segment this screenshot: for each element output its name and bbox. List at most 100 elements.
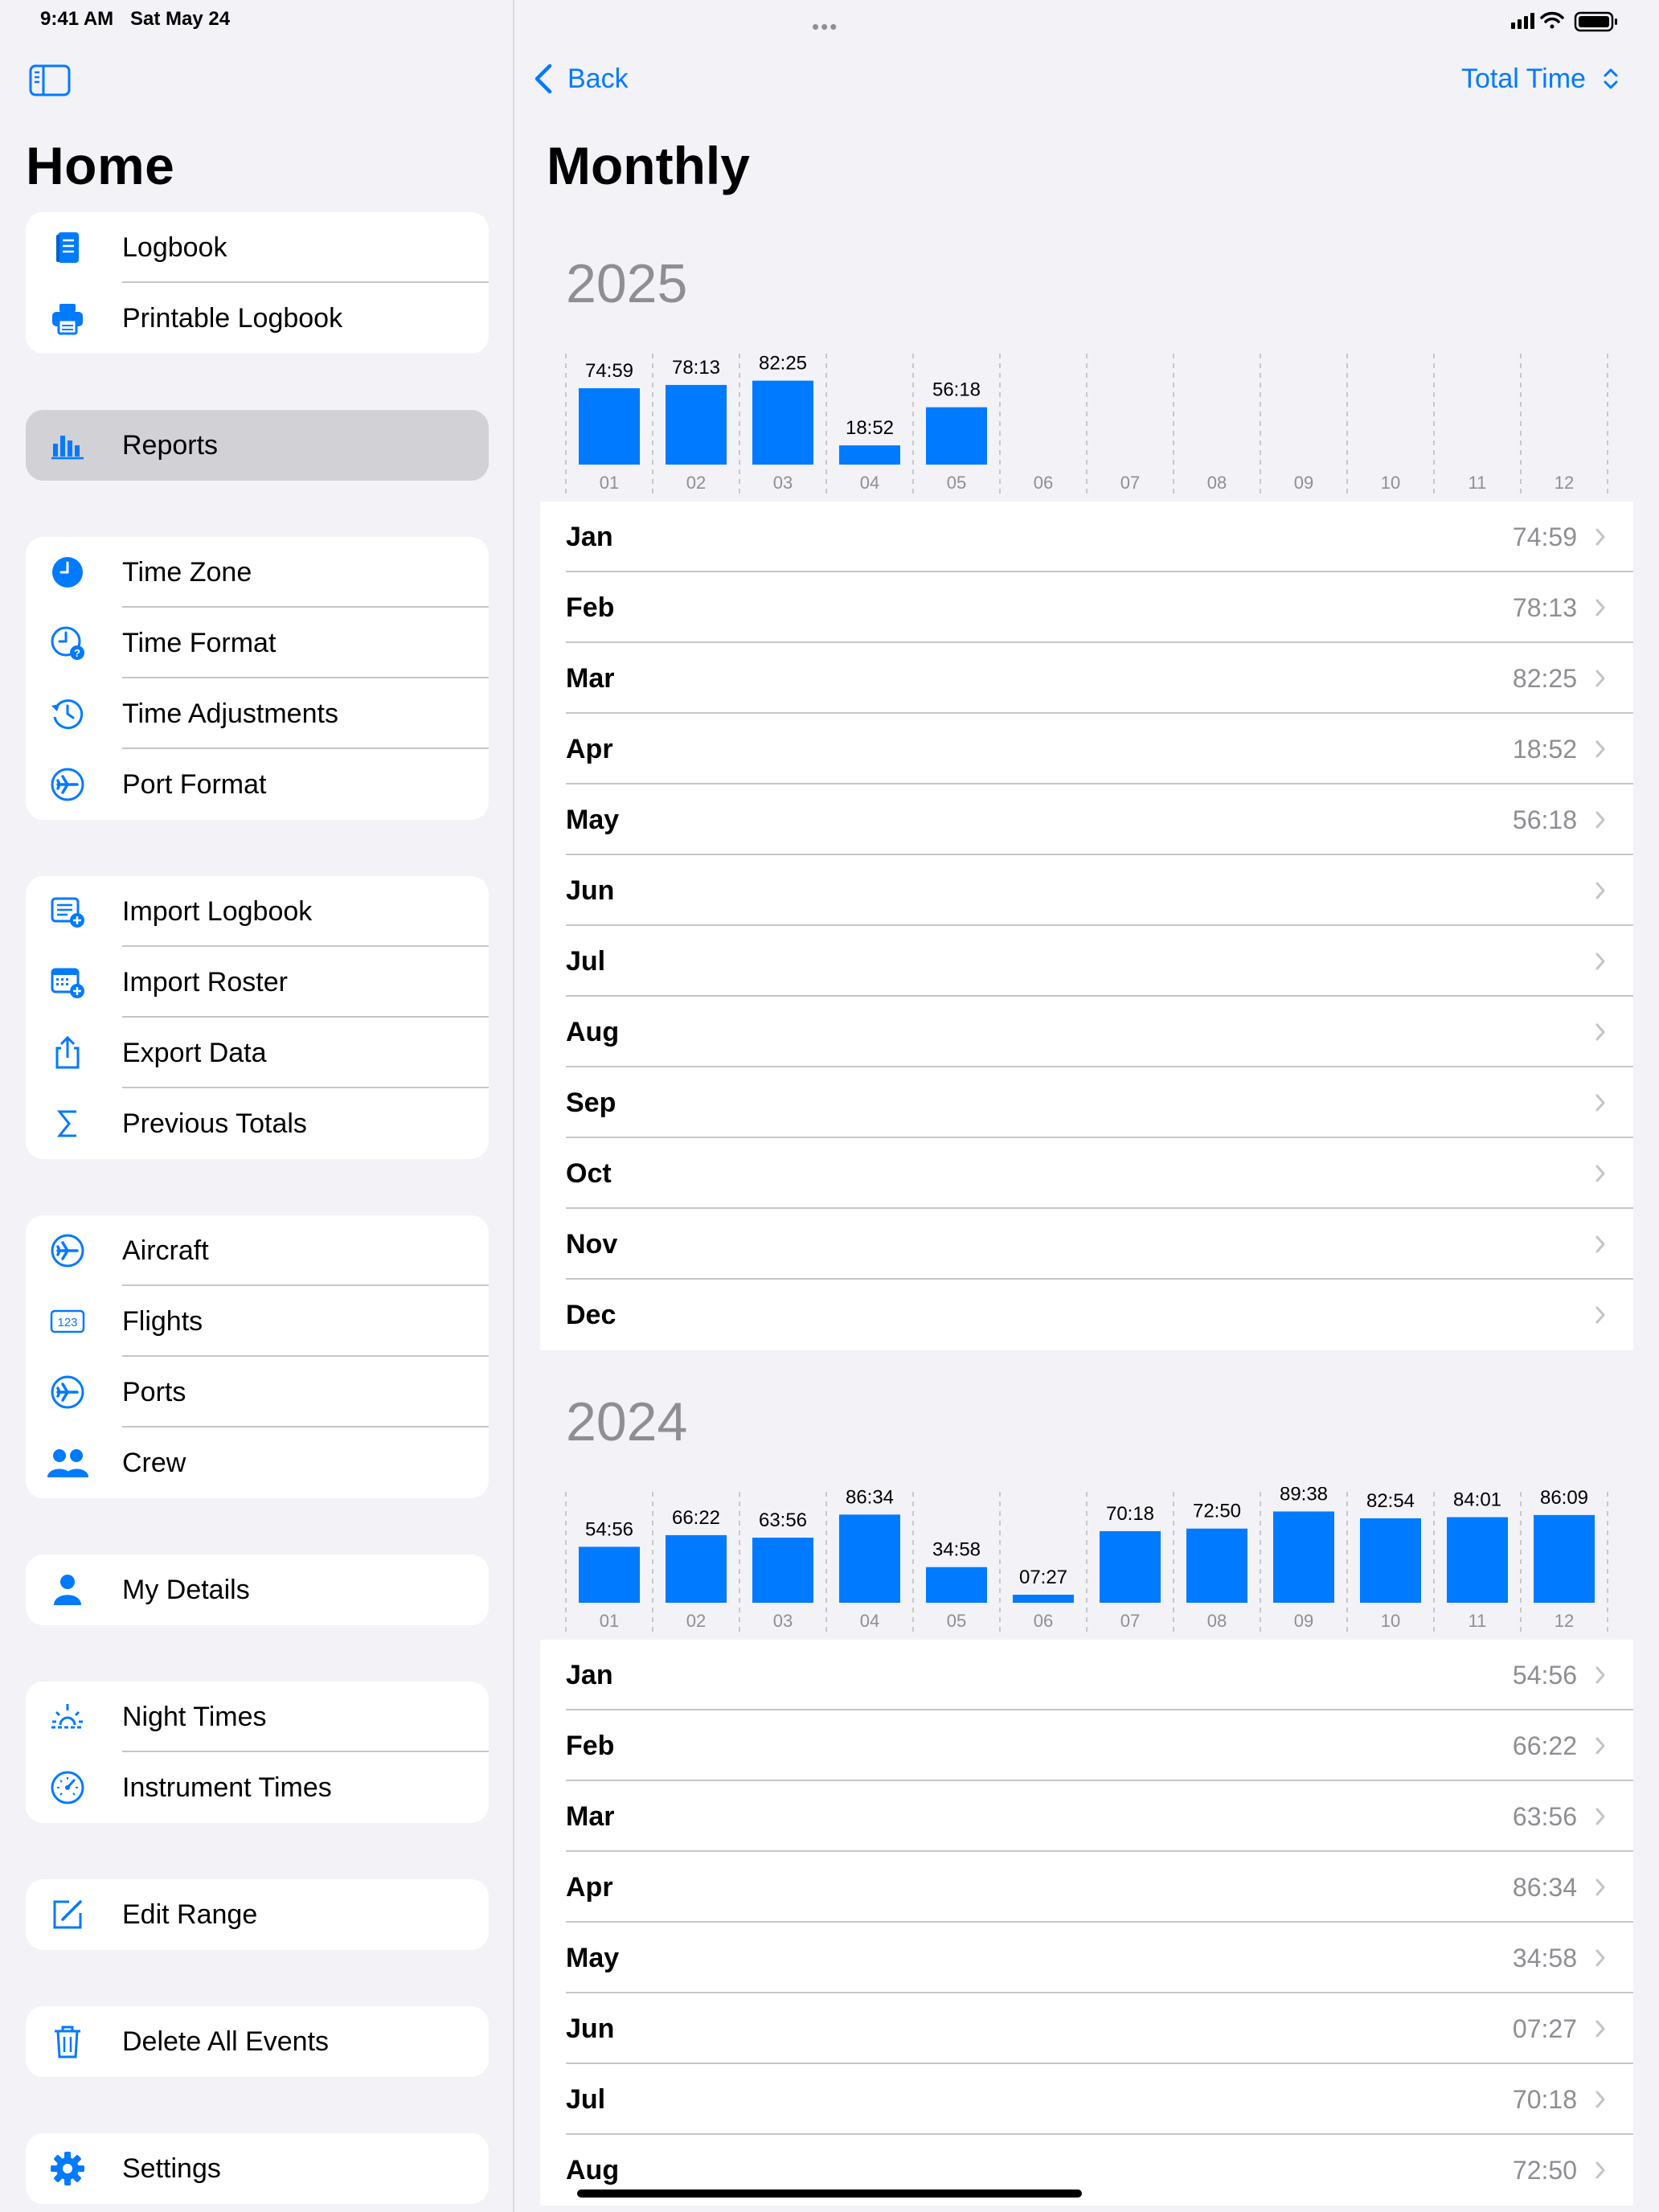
sidebar-item-previous-totals[interactable]: Previous Totals — [26, 1088, 489, 1159]
chart-bar[interactable] — [926, 1567, 987, 1603]
airplane-circle-icon — [50, 1233, 85, 1268]
sidebar-item-crew[interactable]: Crew — [26, 1428, 489, 1498]
sidebar-item-port-format[interactable]: Port Format — [26, 749, 489, 820]
sidebar-item-settings[interactable]: Settings — [26, 2133, 489, 2204]
sidebar-item-label: Import Logbook — [122, 896, 313, 927]
chart-tick-label: 02 — [686, 473, 706, 493]
month-row[interactable]: Jul — [540, 926, 1633, 997]
month-total: 66:22 — [1512, 1731, 1577, 1760]
sidebar-item-instrument-times[interactable]: Instrument Times — [26, 1752, 489, 1823]
sidebar-item-time-format[interactable]: ? Time Format — [26, 608, 489, 678]
month-label: Jun — [566, 875, 615, 906]
month-label: Nov — [566, 1229, 618, 1260]
month-total: 74:59 — [1512, 522, 1577, 551]
chart-bar[interactable] — [1013, 1595, 1074, 1603]
chevron-right-icon — [1596, 1023, 1605, 1041]
chart-tick-label: 03 — [773, 1611, 793, 1631]
sidebar-item-logbook[interactable]: Logbook — [26, 212, 489, 283]
calendar-plus-icon — [50, 965, 85, 1000]
month-row[interactable]: Feb 78:13 — [540, 572, 1633, 643]
chart-bar[interactable] — [752, 380, 813, 465]
month-row[interactable]: May 56:18 — [540, 784, 1633, 855]
sidebar-group-reports: Reports — [26, 410, 489, 481]
chart-data-label: 84:01 — [1453, 1489, 1501, 1511]
month-row[interactable]: Mar 82:25 — [540, 643, 1633, 714]
total-time-selector[interactable]: Total Time — [1461, 58, 1620, 100]
sidebar-item-label: Export Data — [122, 1038, 267, 1068]
month-row[interactable]: Apr 86:34 — [540, 1852, 1633, 1923]
chart-bar[interactable] — [1186, 1528, 1247, 1603]
year-title-2025: 2025 — [566, 253, 688, 314]
edit-icon — [50, 1897, 85, 1932]
chart-data-label: 66:22 — [672, 1507, 720, 1529]
month-row[interactable]: Sep — [540, 1067, 1633, 1138]
month-total: 72:50 — [1512, 2156, 1577, 2185]
sidebar-item-delete-all-events[interactable]: Delete All Events — [26, 2006, 489, 2077]
chart-bar[interactable] — [926, 407, 987, 465]
sidebar-item-edit-range[interactable]: Edit Range — [26, 1879, 489, 1950]
month-row[interactable]: Jul 70:18 — [540, 2064, 1633, 2135]
cellular-signal-icon — [1511, 13, 1534, 29]
month-row[interactable]: Jun — [540, 855, 1633, 926]
chart-bar[interactable] — [839, 1514, 900, 1603]
chart-tick-label: 10 — [1381, 473, 1400, 493]
month-label: Feb — [566, 1731, 615, 1761]
chart-bar[interactable] — [579, 388, 640, 465]
sidebar-item-import-roster[interactable]: Import Roster — [26, 947, 489, 1018]
sidebar-item-time-zone[interactable]: Time Zone — [26, 537, 489, 608]
sidebar-item-ports[interactable]: Ports — [26, 1357, 489, 1428]
chevron-right-icon — [1596, 1949, 1605, 1967]
back-button[interactable]: Back — [534, 58, 629, 100]
month-row[interactable]: Jun 07:27 — [540, 1993, 1633, 2064]
chart-bar[interactable] — [1447, 1517, 1508, 1603]
sidebar-item-night-times[interactable]: Night Times — [26, 1682, 489, 1752]
sidebar-item-label: Import Roster — [122, 967, 288, 997]
sidebar-item-reports[interactable]: Reports — [26, 410, 489, 481]
sidebar-item-label: Ports — [122, 1377, 186, 1407]
sidebar-item-label: Settings — [122, 2153, 221, 2184]
month-total: 78:13 — [1512, 593, 1577, 622]
chart-tick-label: 09 — [1294, 1611, 1313, 1631]
month-row[interactable]: Nov — [540, 1209, 1633, 1280]
sidebar-item-aircraft[interactable]: Aircraft — [26, 1215, 489, 1286]
sidebar-item-label: Logbook — [122, 232, 227, 263]
chart-bar[interactable] — [752, 1538, 813, 1603]
chart-bar[interactable] — [1273, 1511, 1334, 1603]
month-total: 70:18 — [1512, 2085, 1577, 2114]
sidebar-item-my-details[interactable]: My Details — [26, 1555, 489, 1625]
sidebar-item-export-data[interactable]: Export Data — [26, 1018, 489, 1088]
month-row[interactable]: Apr 18:52 — [540, 714, 1633, 784]
sidebar-toggle-icon[interactable] — [29, 64, 71, 96]
month-label: Apr — [566, 734, 613, 764]
sidebar-item-import-logbook[interactable]: Import Logbook — [26, 876, 489, 947]
chart-bar[interactable] — [666, 1534, 727, 1603]
sidebar-item-flights[interactable]: 123 Flights — [26, 1286, 489, 1357]
month-row[interactable]: Jan 74:59 — [540, 502, 1633, 572]
chart-bar[interactable] — [839, 445, 900, 465]
chart-data-label: 70:18 — [1106, 1503, 1154, 1525]
chart-tick-label: 02 — [686, 1611, 706, 1631]
chart-bar[interactable] — [579, 1546, 640, 1603]
sidebar-item-printable-logbook[interactable]: Printable Logbook — [26, 283, 489, 354]
month-row[interactable]: Jan 54:56 — [540, 1640, 1633, 1710]
month-row[interactable]: Oct — [540, 1138, 1633, 1209]
month-row[interactable]: May 34:58 — [540, 1923, 1633, 1993]
month-row[interactable]: Dec — [540, 1280, 1633, 1350]
chart-bar[interactable] — [1360, 1518, 1421, 1603]
logbook-icon — [50, 230, 85, 265]
sidebar-group-logbook: Logbook Printable Logbook — [26, 212, 489, 354]
chart-bar[interactable] — [1534, 1514, 1595, 1603]
chart-tick-label: 06 — [1034, 1611, 1053, 1631]
sidebar-item-label: Aircraft — [122, 1235, 209, 1266]
month-row[interactable]: Feb 66:22 — [540, 1710, 1633, 1781]
chevron-right-icon — [1596, 811, 1605, 829]
sidebar-item-label: Crew — [122, 1448, 186, 1478]
month-row[interactable]: Mar 63:56 — [540, 1781, 1633, 1852]
sidebar-item-time-adjustments[interactable]: Time Adjustments — [26, 678, 489, 749]
chart-bar[interactable] — [666, 384, 727, 465]
multitasking-dots[interactable]: ••• — [812, 14, 838, 39]
battery-icon — [1574, 11, 1617, 32]
month-row[interactable]: Aug — [540, 997, 1633, 1067]
chart-bar[interactable] — [1100, 1530, 1161, 1603]
chevron-right-icon — [1596, 2020, 1605, 2038]
